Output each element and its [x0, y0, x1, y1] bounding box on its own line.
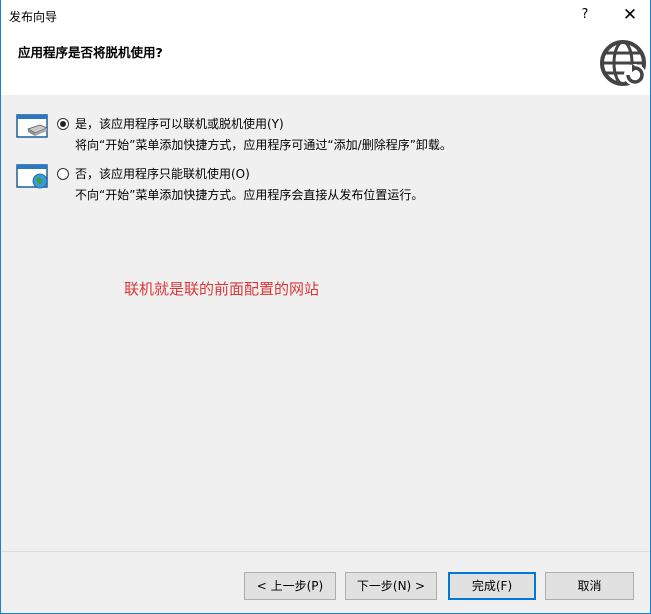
option-online-offline-label[interactable]: 是，该应用程序可以联机或脱机使用(Y) [75, 115, 284, 132]
title-bar: 发布向导 ? ✕ [1, 0, 650, 30]
next-button[interactable]: 下一步(N) > [345, 572, 437, 600]
annotation-text: 联机就是联的前面配置的网站 [124, 280, 320, 298]
publish-wizard-dialog: 发布向导 ? ✕ 应用程序是否将脱机使用? 是，该应用程序可以联机或脱机使用(Y… [0, 0, 651, 614]
radio-online-offline[interactable] [57, 118, 69, 130]
option-online-only-label[interactable]: 否，该应用程序只能联机使用(O) [75, 165, 250, 182]
radio-online-only[interactable] [57, 168, 69, 180]
help-button[interactable]: ? [573, 4, 597, 26]
globe-refresh-icon [600, 40, 646, 86]
footer-divider [1, 551, 650, 552]
page-title: 应用程序是否将脱机使用? [18, 45, 163, 60]
wizard-header: 应用程序是否将脱机使用? [1, 30, 650, 95]
option-online-offline-description: 将向“开始”菜单添加快捷方式，应用程序可通过“添加/删除程序”卸载。 [75, 138, 452, 152]
globe-window-icon [16, 164, 48, 189]
drive-window-icon [16, 114, 49, 138]
option-online-only-description: 不向“开始”菜单添加快捷方式。应用程序会直接从发布位置运行。 [75, 188, 424, 202]
previous-button[interactable]: < 上一步(P) [244, 572, 336, 600]
window-title: 发布向导 [9, 10, 58, 24]
finish-button[interactable]: 完成(F) [448, 572, 536, 600]
cancel-button[interactable]: 取消 [545, 572, 634, 600]
close-button[interactable]: ✕ [615, 3, 645, 27]
